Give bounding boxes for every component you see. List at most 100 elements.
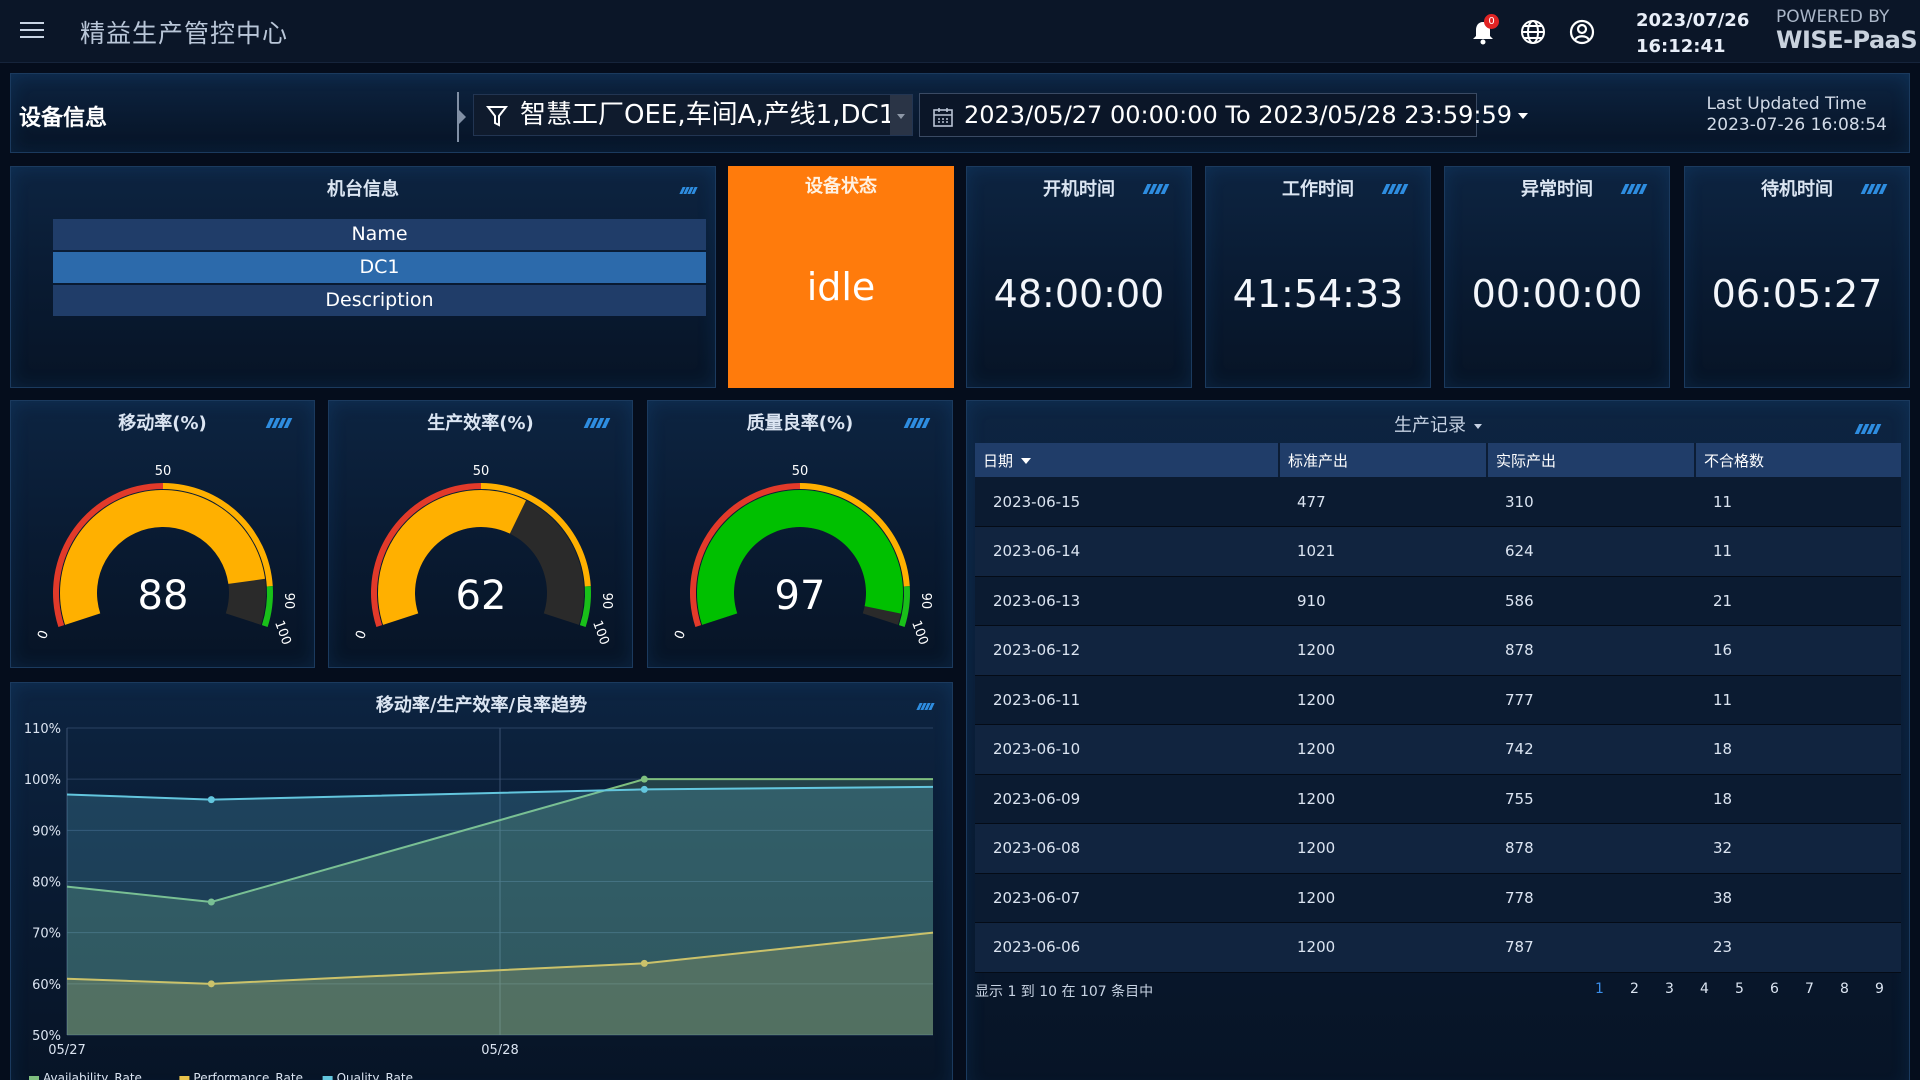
table-row[interactable]: 2023-06-08 1200 878 32: [975, 823, 1901, 874]
current-datetime: 2023/07/26 16:12:41: [1636, 8, 1749, 60]
bell-icon[interactable]: 0: [1468, 14, 1499, 47]
user-icon[interactable]: [1567, 17, 1597, 47]
table-cell: 11: [1695, 526, 1901, 577]
panel-decoration-icon: [1860, 179, 1895, 194]
time-card-value: 41:54:33: [1232, 272, 1404, 316]
machine-info-row-selected[interactable]: DC1: [53, 252, 706, 283]
time-card-abnormal: 异常时间 00:00:00: [1444, 166, 1670, 388]
legend-label[interactable]: Performance_Rate: [193, 1071, 303, 1080]
table-cell: 1200: [1279, 625, 1487, 676]
table-row[interactable]: 2023-06-13 910 586 21: [975, 576, 1901, 626]
trend-chart-panel: 移动率/生产效率/良率趋势 110% 100% 90% 80% 70% 60% 50% 05/…: [10, 682, 953, 1080]
last-updated-label: Last Updated Time: [1706, 94, 1867, 114]
machine-info-title: 机台信息: [327, 179, 399, 200]
table-cell: 878: [1487, 625, 1695, 676]
caret-down-icon: [1518, 113, 1529, 119]
data-point[interactable]: [207, 796, 215, 804]
page-number[interactable]: 8: [1827, 981, 1862, 997]
legend-swatch: [179, 1076, 190, 1080]
table-cell: 2023-06-07: [975, 873, 1279, 923]
table-cell: 23: [1695, 922, 1901, 973]
table-cell: 1200: [1279, 922, 1487, 973]
table-row[interactable]: 2023-06-09 1200 755 18: [975, 774, 1901, 824]
chevron-down-icon[interactable]: [890, 95, 912, 135]
filter-value: 智慧工厂OEE,车间A,产线1,DC1: [520, 100, 896, 130]
location-filter-select[interactable]: 智慧工厂OEE,车间A,产线1,DC1: [473, 94, 913, 136]
table-cell: 477: [1279, 477, 1487, 527]
y-tick-label: 100%: [24, 773, 61, 788]
last-updated-value: 2023-07-26 16:08:54: [1706, 115, 1887, 135]
table-cell: 624: [1487, 526, 1695, 577]
device-status-title: 设备状态: [805, 176, 877, 197]
table-row[interactable]: 2023-06-07 1200 778 38: [975, 873, 1901, 923]
machine-info-row[interactable]: Name: [53, 219, 706, 250]
trend-chart: 110% 100% 90% 80% 70% 60% 50%05/27 05/28 Availab…: [24, 722, 934, 1080]
table-cell: 1200: [1279, 724, 1487, 775]
gauge-edge-label: 90: [281, 593, 296, 610]
panel-decoration-icon: [1620, 179, 1655, 194]
data-point[interactable]: [640, 775, 648, 783]
table-row[interactable]: 2023-06-14 1021 624 11: [975, 526, 1901, 577]
table-cell: 2023-06-15: [975, 477, 1279, 527]
gauge-edge-label: 90: [599, 593, 614, 610]
table-cell: 787: [1487, 922, 1695, 973]
powered-by-text: POWERED BY: [1776, 7, 1890, 27]
page-number[interactable]: 7: [1792, 981, 1827, 997]
current-date: 2023/07/26: [1636, 10, 1750, 31]
gauge-edge-label: 90: [918, 593, 933, 610]
legend-label[interactable]: Quality_Rate: [337, 1071, 413, 1080]
device-status-card: 设备状态 idle: [728, 166, 954, 388]
performance-gauge: 0 50 100 90 62: [353, 464, 614, 647]
gauge-value: 62: [456, 573, 507, 619]
y-tick-label: 50%: [32, 1029, 61, 1044]
table-cell: 11: [1695, 477, 1901, 527]
column-header-actual-output[interactable]: 实际产出: [1487, 443, 1696, 477]
legend-label[interactable]: Availability_Rate: [43, 1071, 142, 1080]
records-title-dropdown[interactable]: 生产记录: [967, 411, 1909, 437]
table-row[interactable]: 2023-06-06 1200 787 23: [975, 922, 1901, 973]
table-cell: 2023-06-13: [975, 576, 1279, 626]
machine-info-row[interactable]: Description: [53, 285, 706, 316]
table-row[interactable]: 2023-06-11 1200 777 11: [975, 675, 1901, 725]
pager-info: 显示 1 到 10 在 107 条目中: [975, 984, 1154, 1000]
gauge-panel-quality: 质量良率(%) 0 50 100 90 97: [647, 400, 953, 668]
table-cell: 38: [1695, 873, 1901, 923]
x-tick-label: 05/27: [48, 1043, 85, 1058]
y-tick-label: 90%: [32, 824, 61, 839]
time-card-value: 48:00:00: [993, 272, 1165, 316]
page-number[interactable]: 6: [1757, 981, 1792, 997]
records-table-body: 2023-06-15 477 310 11 2023-06-14 1021 624 11 202…: [975, 477, 1901, 973]
table-cell: 18: [1695, 724, 1901, 775]
column-header-standard-output[interactable]: 标准产出: [1279, 443, 1488, 477]
column-header-date[interactable]: 日期: [975, 443, 1280, 477]
page-number[interactable]: 1: [1582, 981, 1617, 997]
gauge-min-label: 0: [672, 628, 689, 641]
date-range-value: 2023/05/27 00:00:00 To 2023/05/28 23:59:…: [964, 101, 1513, 129]
gauge-mid-label: 50: [155, 464, 172, 479]
page-number[interactable]: 2: [1617, 981, 1652, 997]
page-number[interactable]: 4: [1687, 981, 1722, 997]
table-cell: 910: [1279, 576, 1487, 626]
column-header-defects[interactable]: 不合格数: [1695, 443, 1901, 477]
table-row[interactable]: 2023-06-10 1200 742 18: [975, 724, 1901, 775]
table-cell: 1200: [1279, 823, 1487, 874]
table-row[interactable]: 2023-06-12 1200 878 16: [975, 625, 1901, 676]
notification-badge: 0: [1484, 14, 1499, 29]
table-cell: 2023-06-06: [975, 922, 1279, 973]
quality-gauge: 0 50 100 90 97: [672, 464, 933, 647]
page-number[interactable]: 3: [1652, 981, 1687, 997]
globe-icon[interactable]: [1518, 17, 1548, 47]
page-number[interactable]: 5: [1722, 981, 1757, 997]
powered-by-logo: POWERED BY WISE-PaaS: [1776, 7, 1918, 54]
table-cell: 2023-06-10: [975, 724, 1279, 775]
date-range-picker[interactable]: 2023/05/27 00:00:00 To 2023/05/28 23:59:…: [919, 93, 1529, 137]
data-point[interactable]: [640, 785, 648, 793]
filter-divider: [457, 92, 466, 142]
gauge-max-label: 100: [271, 619, 294, 647]
table-cell: 878: [1487, 823, 1695, 874]
page-number[interactable]: 9: [1862, 981, 1897, 997]
menu-icon[interactable]: [20, 22, 44, 40]
table-row[interactable]: 2023-06-15 477 310 11: [975, 477, 1901, 527]
gauge-panel-performance: 生产效率(%) 0 50 100 90 62: [328, 400, 633, 668]
gauge-mid-label: 50: [792, 464, 809, 479]
